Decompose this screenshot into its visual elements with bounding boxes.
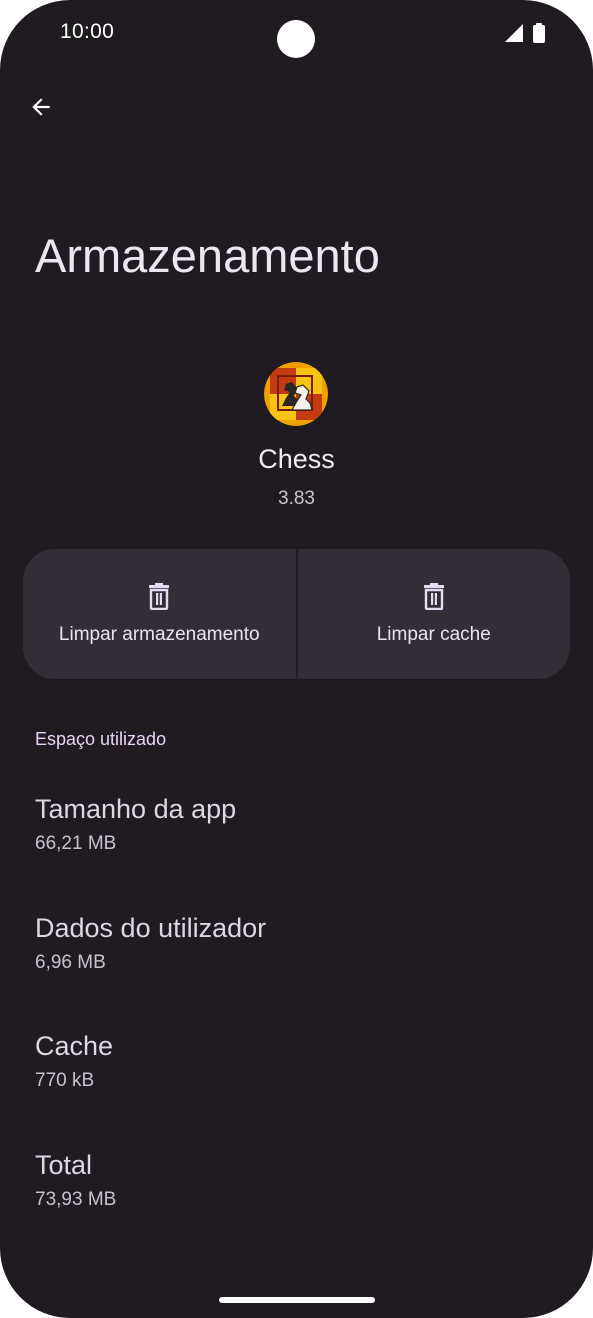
battery-icon bbox=[533, 23, 545, 43]
section-header: Espaço utilizado bbox=[35, 729, 167, 749]
screen: 10:00 Armazenamento Chess 3.83 Limpar ar… bbox=[0, 0, 593, 1318]
storage-item-value: 73,93 MB bbox=[35, 1189, 117, 1210]
storage-item-title: Cache bbox=[35, 1031, 114, 1061]
storage-item-app-size: Tamanho da app 66,21 MB bbox=[35, 794, 555, 855]
status-icons bbox=[505, 23, 545, 43]
storage-item-user-data: Dados do utilizador 6,96 MB bbox=[35, 913, 555, 974]
storage-item-value: 66,21 MB bbox=[35, 833, 117, 854]
storage-item-title: Tamanho da app bbox=[35, 794, 237, 824]
action-buttons: Limpar armazenamento Limpar cache bbox=[23, 549, 570, 679]
clear-cache-label: Limpar cache bbox=[376, 624, 491, 645]
status-time: 10:00 bbox=[60, 20, 115, 43]
home-indicator[interactable] bbox=[219, 1297, 375, 1303]
storage-item-cache: Cache 770 kB bbox=[35, 1031, 555, 1092]
storage-item-title: Dados do utilizador bbox=[35, 913, 267, 943]
page-title: Armazenamento bbox=[35, 229, 380, 282]
app-version: 3.83 bbox=[278, 488, 315, 509]
storage-item-title: Total bbox=[35, 1150, 93, 1180]
clear-cache-button[interactable]: Limpar cache bbox=[297, 549, 570, 679]
clear-storage-label: Limpar armazenamento bbox=[58, 624, 260, 645]
storage-item-total: Total 73,93 MB bbox=[35, 1150, 555, 1211]
arrow-back-icon bbox=[32, 98, 50, 116]
signal-icon bbox=[505, 24, 523, 42]
storage-item-value: 6,96 MB bbox=[35, 952, 106, 973]
back-button[interactable] bbox=[22, 88, 60, 126]
storage-item-value: 770 kB bbox=[35, 1070, 95, 1091]
trash-icon bbox=[149, 583, 170, 610]
chess-app-icon bbox=[264, 362, 328, 426]
camera-cutout bbox=[277, 20, 315, 58]
app-name: Chess bbox=[258, 444, 335, 474]
clear-storage-button[interactable]: Limpar armazenamento bbox=[23, 549, 296, 679]
trash-icon bbox=[423, 583, 444, 610]
